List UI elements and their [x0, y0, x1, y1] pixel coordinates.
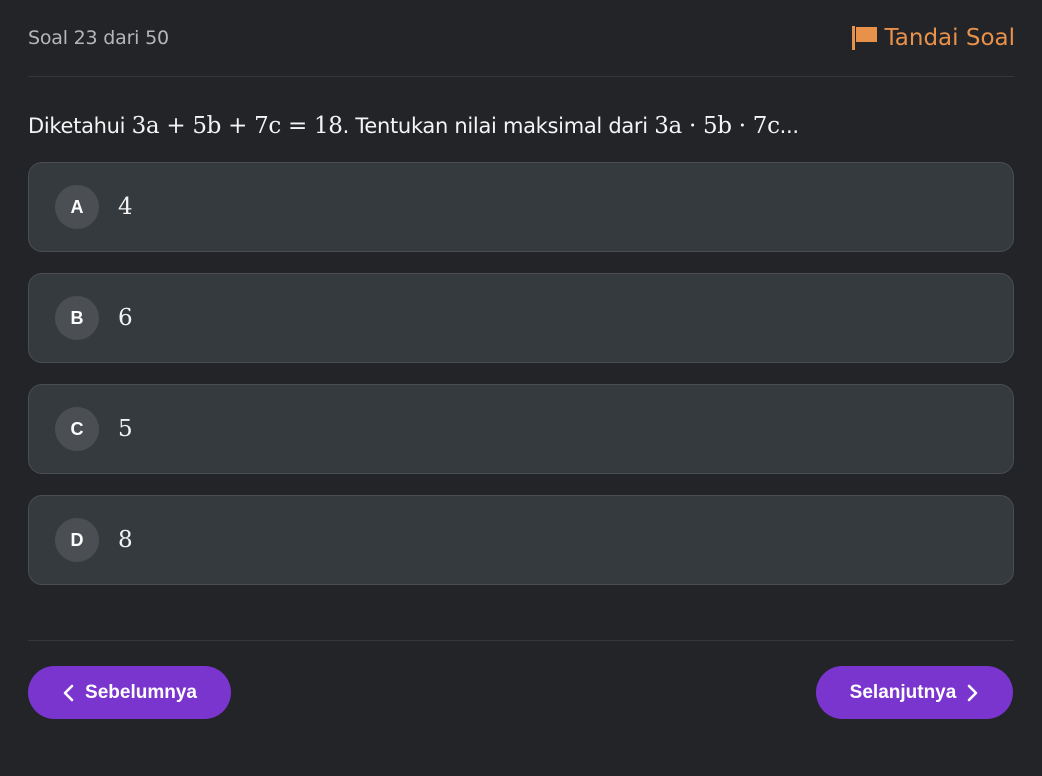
option-value: 6 — [118, 305, 133, 331]
question-expression: 3a · 5b · 7c — [654, 113, 780, 139]
mark-question-button[interactable]: Tandai Soal — [851, 25, 1015, 51]
footer-divider — [28, 640, 1014, 641]
question-text: Diketahui 3a + 5b + 7c = 18. Tentukan ni… — [28, 111, 1014, 141]
question-suffix: ... — [779, 114, 799, 138]
option-d[interactable]: D 8 — [28, 495, 1014, 585]
flag-icon — [851, 25, 879, 51]
option-value: 5 — [118, 416, 133, 442]
option-letter-badge: D — [55, 518, 99, 562]
next-label: Selanjutnya — [849, 681, 957, 703]
option-letter-badge: A — [55, 185, 99, 229]
option-b[interactable]: B 6 — [28, 273, 1014, 363]
option-c[interactable]: C 5 — [28, 384, 1014, 474]
previous-button[interactable]: Sebelumnya — [28, 666, 231, 719]
option-value: 4 — [118, 194, 133, 220]
next-button[interactable]: Selanjutnya — [816, 666, 1013, 719]
option-letter-badge: B — [55, 296, 99, 340]
question-condition: 3a + 5b + 7c = 18 — [131, 113, 343, 139]
option-a[interactable]: A 4 — [28, 162, 1014, 252]
quiz-page: Soal 23 dari 50 Tandai Soal Diketahui 3a… — [0, 0, 1042, 776]
chevron-right-icon — [965, 683, 979, 703]
question-header: Soal 23 dari 50 Tandai Soal — [28, 0, 1015, 77]
previous-label: Sebelumnya — [85, 681, 197, 703]
chevron-left-icon — [62, 683, 76, 703]
question-prefix: Diketahui — [28, 114, 132, 138]
answer-options: A 4 B 6 C 5 D 8 — [28, 162, 1014, 585]
question-counter: Soal 23 dari 50 — [28, 27, 169, 49]
mark-question-label: Tandai Soal — [884, 25, 1015, 51]
option-letter-badge: C — [55, 407, 99, 451]
question-middle: . Tentukan nilai maksimal dari — [342, 114, 655, 138]
option-value: 8 — [118, 527, 133, 553]
